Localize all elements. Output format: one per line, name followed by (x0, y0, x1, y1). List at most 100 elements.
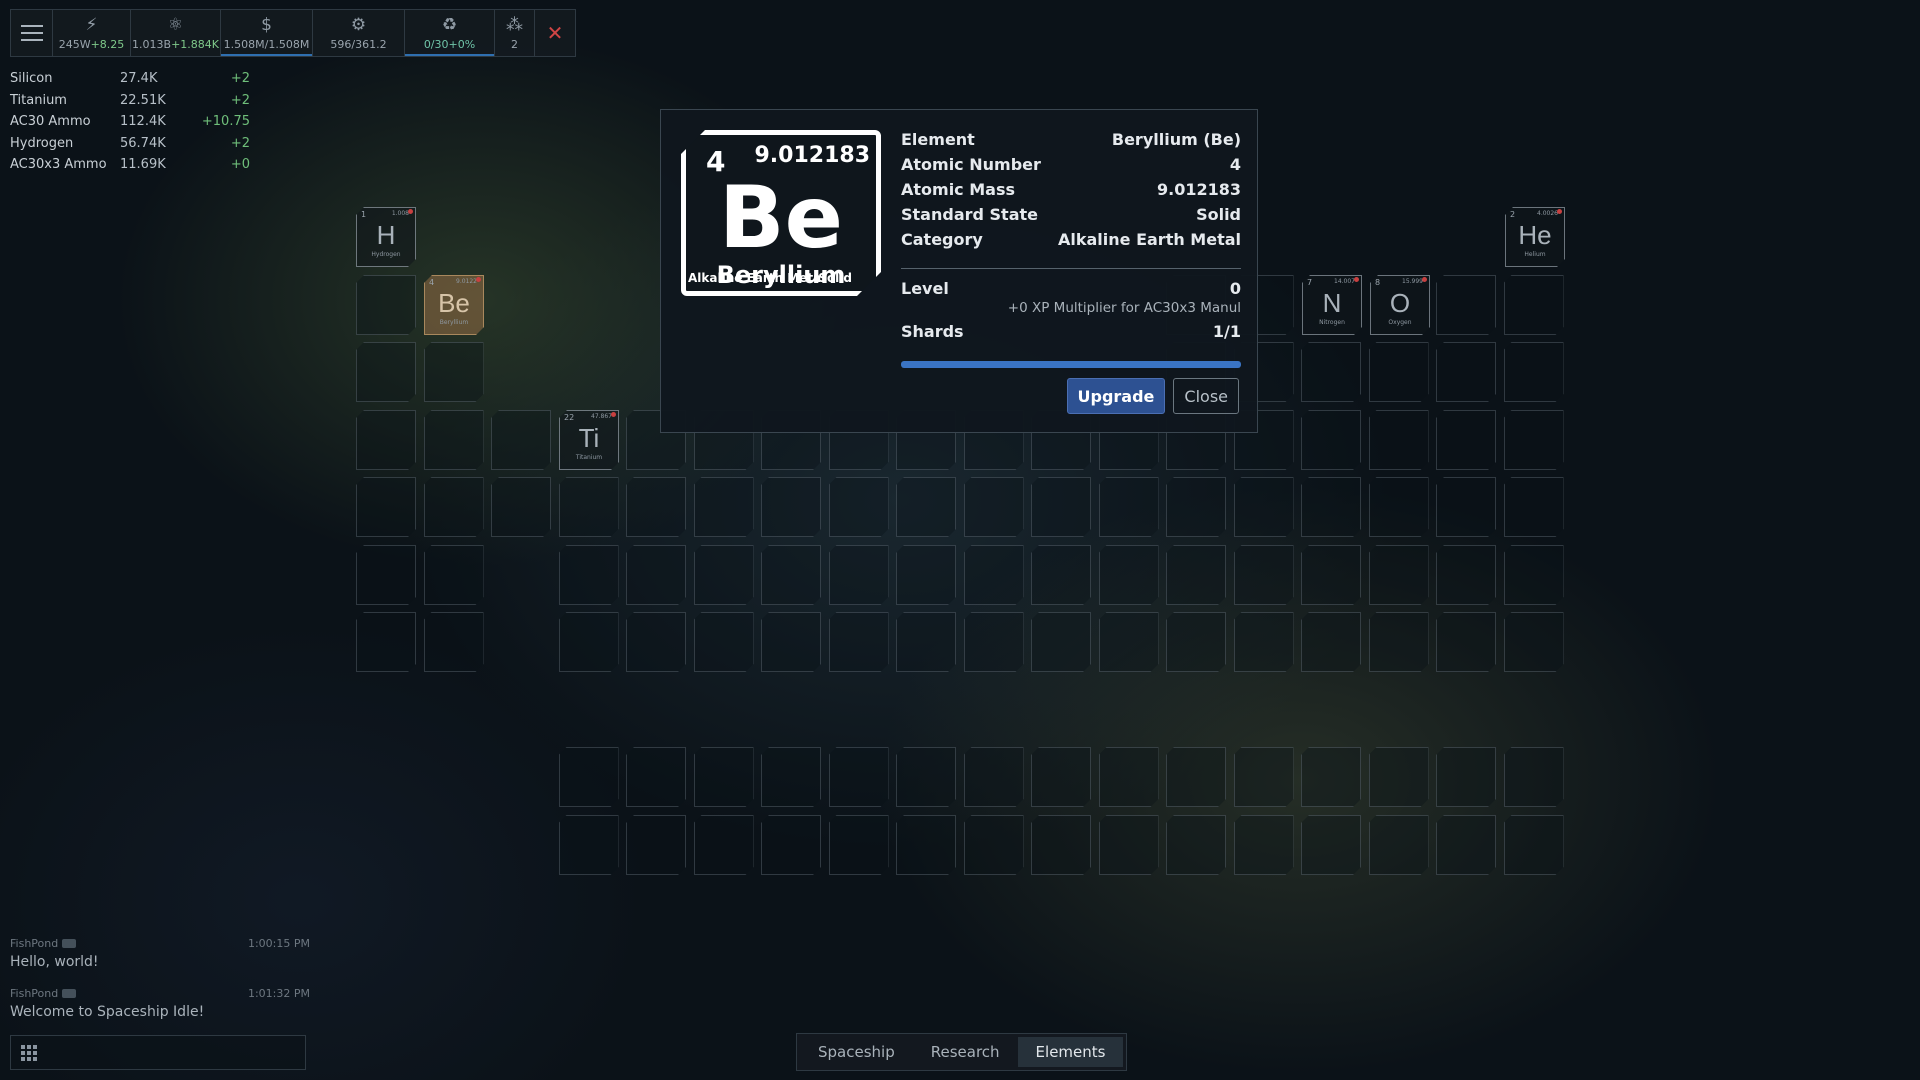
shards-progress-bar (901, 361, 1241, 368)
element-cell-o[interactable]: 8 15.999 O Oxygen (1370, 275, 1430, 335)
element-symbol: O (1389, 288, 1411, 318)
element-slot (1436, 342, 1496, 402)
element-cell-h[interactable]: 1 1.008 H Hydrogen (356, 207, 416, 267)
chat-input[interactable] (10, 1035, 306, 1070)
resource-name: AC30x3 Ammo (10, 157, 107, 173)
element-mass: 15.999 (1402, 278, 1423, 285)
element-slot (761, 545, 821, 605)
element-slot (356, 612, 416, 672)
element-cell-he[interactable]: 2 4.0026 He Helium (1505, 207, 1565, 267)
info-row-atomic-number: Atomic Number 4 (901, 155, 1241, 180)
element-slot (1234, 612, 1294, 672)
element-symbol: N (1322, 288, 1342, 318)
info-row-element: Element Beryllium (Be) (901, 130, 1241, 155)
element-slot (1099, 477, 1159, 537)
gear-stat[interactable]: ⚙ 596/361.2 (313, 10, 405, 56)
element-slot (1031, 477, 1091, 537)
atom-stat[interactable]: ⚛ 1.013B+1.884K (131, 10, 221, 56)
element-slot (1369, 410, 1429, 470)
element-detail-modal: 4 9.012183 Be Beryllium Alkaline Earth M… (660, 109, 1258, 433)
element-slot (1504, 612, 1564, 672)
element-number: 2 (1510, 210, 1516, 219)
upgrade-button[interactable]: Upgrade (1066, 378, 1166, 414)
crew-stat[interactable]: ⁂ 2 (495, 10, 535, 56)
element-slot (1031, 545, 1091, 605)
element-slot (424, 410, 484, 470)
money-stat[interactable]: $ 1.508M/1.508M (221, 10, 313, 56)
info-value: 9.012183 (1156, 180, 1241, 199)
element-cell-ti[interactable]: 22 47.867 Ti Titanium (559, 410, 619, 470)
element-slot (559, 815, 619, 875)
element-slot (1504, 747, 1564, 807)
element-slot (694, 545, 754, 605)
info-label: Atomic Mass (901, 180, 1015, 199)
element-slot (559, 747, 619, 807)
crew-value: 2 (511, 37, 518, 51)
element-slot (626, 747, 686, 807)
chat-text: Hello, world! (10, 954, 99, 970)
element-slot (1369, 477, 1429, 537)
info-label: Element (901, 130, 975, 149)
xp-multiplier-text: +0 XP Multiplier for AC30x3 Manul (1007, 300, 1241, 316)
element-slot (1504, 545, 1564, 605)
chat-timestamp: 1:01:32 PM (247, 987, 310, 1000)
element-slot (1099, 545, 1159, 605)
notification-dot (408, 209, 413, 214)
element-slot (964, 747, 1024, 807)
element-slot (761, 747, 821, 807)
element-slot (1234, 545, 1294, 605)
resource-name: Titanium (10, 92, 67, 108)
element-slot (1504, 342, 1564, 402)
element-slot (1436, 612, 1496, 672)
element-slot (424, 612, 484, 672)
element-slot (1234, 747, 1294, 807)
element-slot (761, 612, 821, 672)
disabled-toggle[interactable]: ✕ (535, 10, 575, 56)
element-slot (1436, 275, 1496, 335)
info-label: Category (901, 230, 983, 249)
element-slot (1301, 612, 1361, 672)
close-button[interactable]: Close (1173, 378, 1239, 414)
resource-amount: 56.74K (120, 135, 166, 151)
resource-row: AC30x3 Ammo 11.69K +0 (10, 154, 250, 176)
element-symbol: Be (438, 288, 470, 318)
element-slot (1436, 747, 1496, 807)
element-slot (1166, 612, 1226, 672)
chat-log: FishPond 1:00:15 PM Hello, world! FishPo… (10, 937, 310, 1037)
element-slot (1234, 815, 1294, 875)
notification-dot (1354, 277, 1359, 282)
element-slot (1301, 815, 1361, 875)
recycle-stat[interactable]: ♻ 0/30+0% (405, 10, 495, 56)
element-slot (1504, 410, 1564, 470)
menu-button[interactable] (11, 10, 53, 56)
element-cell-n[interactable]: 7 14.007 N Nitrogen (1302, 275, 1362, 335)
badge-icon (62, 989, 77, 998)
element-slot (1031, 612, 1091, 672)
element-slot (1301, 342, 1361, 402)
element-number: 1 (361, 210, 367, 219)
card-category: Alkaline Earth Metal (688, 271, 826, 285)
tab-research[interactable]: Research (913, 1037, 1018, 1067)
element-cell-be[interactable]: 4 9.0122 Be Beryllium (424, 275, 484, 335)
element-name: Oxygen (1388, 319, 1412, 326)
element-mass: 4.0026 (1537, 210, 1558, 217)
shards-value: 1/1 (1212, 322, 1241, 341)
tab-spaceship[interactable]: Spaceship (800, 1037, 913, 1067)
money-value: 1.508M/1.508M (223, 37, 310, 51)
atom-delta: +1.884K (171, 37, 219, 51)
chat-username[interactable]: FishPond (10, 937, 58, 950)
gear-icon: ⚙ (350, 14, 367, 35)
notification-dot (476, 277, 481, 282)
chat-username[interactable]: FishPond (10, 987, 58, 1000)
divider (901, 268, 1241, 269)
element-slot (896, 747, 956, 807)
element-slot (964, 815, 1024, 875)
tab-elements[interactable]: Elements (1017, 1037, 1124, 1067)
shards-progress-fill (901, 361, 1241, 368)
power-stat[interactable]: ⚡ 245W+8.25 (53, 10, 131, 56)
grid-icon[interactable] (21, 1045, 37, 1061)
info-value: 4 (1229, 155, 1241, 174)
element-slot (761, 815, 821, 875)
element-slot (829, 477, 889, 537)
element-name: Titanium (575, 454, 603, 461)
